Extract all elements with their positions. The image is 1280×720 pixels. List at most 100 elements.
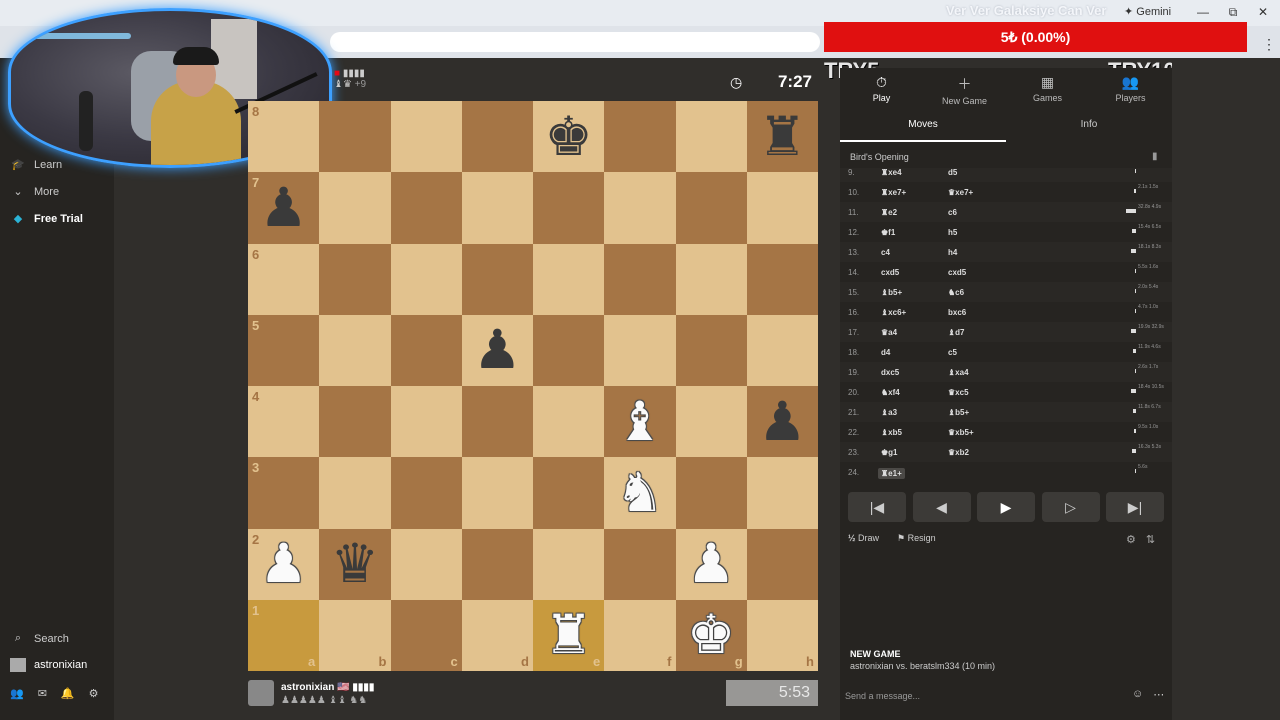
play-button[interactable]: ▶ <box>977 492 1035 522</box>
black-move[interactable]: c5 <box>948 348 957 357</box>
black-move[interactable]: ♞c6 <box>948 288 964 297</box>
close-window-button[interactable]: ✕ <box>1248 5 1278 19</box>
square-f8[interactable] <box>604 101 676 173</box>
white-move[interactable]: ♝a3 <box>881 408 897 417</box>
square-g7[interactable] <box>675 172 747 244</box>
white-move[interactable]: ♜xe7+ <box>881 188 906 197</box>
square-e5[interactable] <box>533 314 605 386</box>
square-h6[interactable] <box>746 243 818 315</box>
square-a7[interactable]: 7 ♟ <box>248 172 320 244</box>
chess-board[interactable]: 8 ♚ ♜ 7 ♟ 6 5 ♟ 4 ♝ ♟ 3 ♞ 2 ♟ ♛ ♟ 1 a b c d e ♜ f g ♚ h <box>248 101 818 671</box>
white-move[interactable]: c4 <box>881 248 890 257</box>
mail-icon[interactable]: ✉ <box>38 687 47 700</box>
square-f3[interactable]: ♞ <box>604 457 676 529</box>
square-h2[interactable] <box>746 528 818 600</box>
first-move-button[interactable]: |◀ <box>848 492 906 522</box>
square-g1[interactable]: g ♚ <box>675 599 747 671</box>
square-a3[interactable]: 3 <box>248 457 320 529</box>
square-a8[interactable]: 8 <box>248 101 320 173</box>
square-a5[interactable]: 5 <box>248 314 320 386</box>
white-move[interactable]: ♚f1 <box>881 228 895 237</box>
tab-new-game[interactable]: ＋ New Game <box>923 68 1006 108</box>
square-e7[interactable] <box>533 172 605 244</box>
white-king-icon[interactable]: ♚ <box>687 608 735 662</box>
square-h7[interactable] <box>746 172 818 244</box>
white-move[interactable]: ♝b5+ <box>881 288 902 297</box>
square-e8[interactable]: ♚ <box>533 101 605 173</box>
white-move[interactable]: ♜e1+ <box>878 468 905 479</box>
black-move[interactable]: h4 <box>948 248 957 257</box>
sidebar-search[interactable]: ⌕ Search <box>10 632 69 645</box>
white-move[interactable]: ♛a4 <box>881 328 897 337</box>
black-move[interactable]: ♝xa4 <box>948 368 969 377</box>
square-h8[interactable]: ♜ <box>746 101 818 173</box>
black-move[interactable]: ♝d7 <box>948 328 965 337</box>
sidebar-item-learn[interactable]: 🎓 Learn <box>10 158 62 172</box>
square-a4[interactable]: 4 <box>248 386 320 458</box>
white-move[interactable]: cxd5 <box>881 268 899 277</box>
square-c8[interactable] <box>390 101 462 173</box>
draw-button[interactable]: ½ Draw <box>848 533 879 544</box>
square-f5[interactable] <box>604 314 676 386</box>
prev-move-button[interactable]: ◀ <box>912 492 971 522</box>
flip-board-icon[interactable]: ⇅ <box>1146 533 1155 546</box>
black-king-icon[interactable]: ♚ <box>544 109 592 164</box>
square-c3[interactable] <box>390 457 462 529</box>
move-list[interactable]: 9. ♜xe4 d5 4.6s 10. ♜xe7+ ♛xe7+ 2.1s 1.5s 11. ♜e2… <box>840 168 1172 480</box>
gemini-button[interactable]: ✦ Gemini <box>1124 5 1171 18</box>
last-move-button[interactable]: ▶| <box>1106 492 1164 522</box>
black-move[interactable]: h5 <box>948 228 957 237</box>
square-e4[interactable] <box>533 386 605 458</box>
square-c7[interactable] <box>390 172 462 244</box>
square-d1[interactable]: d <box>461 599 533 671</box>
square-a1[interactable]: 1a <box>248 599 320 671</box>
black-move[interactable]: c6 <box>948 208 957 217</box>
square-h5[interactable] <box>746 314 818 386</box>
black-pawn-icon[interactable]: ♟ <box>473 323 521 377</box>
tab-games[interactable]: ▦ Games <box>1006 68 1089 108</box>
square-d8[interactable] <box>461 101 533 173</box>
white-rook-icon[interactable]: ♜ <box>544 608 592 662</box>
square-b1[interactable]: b <box>319 599 391 671</box>
square-a6[interactable]: 6 <box>248 243 320 315</box>
square-b2[interactable]: ♛ <box>319 528 391 600</box>
black-pawn-icon[interactable]: ♟ <box>758 394 806 449</box>
square-d6[interactable] <box>461 243 533 315</box>
subtab-moves[interactable]: Moves <box>840 114 1006 142</box>
black-move[interactable]: d5 <box>948 168 957 177</box>
sidebar-item-free-trial[interactable]: ◆ Free Trial <box>10 212 83 226</box>
more-icon[interactable]: ⋯ <box>1153 688 1164 701</box>
black-move[interactable]: ♛xb2 <box>948 448 969 457</box>
white-bishop-icon[interactable]: ♝ <box>616 394 664 449</box>
square-b8[interactable] <box>319 101 391 173</box>
white-move[interactable]: ♜e2 <box>881 208 897 217</box>
friends-icon[interactable]: 👥 <box>10 687 24 700</box>
black-move[interactable]: bxc6 <box>948 308 966 317</box>
sidebar-item-more[interactable]: ⌄ More <box>10 185 59 199</box>
minimize-button[interactable]: — <box>1188 5 1218 19</box>
square-f1[interactable]: f <box>604 599 676 671</box>
square-d7[interactable] <box>461 172 533 244</box>
square-d2[interactable] <box>461 528 533 600</box>
subtab-info[interactable]: Info <box>1006 114 1172 142</box>
bell-icon[interactable]: 🔔 <box>61 687 75 700</box>
settings-icon[interactable]: ⚙ <box>1126 533 1136 546</box>
address-bar[interactable] <box>330 32 820 52</box>
square-f2[interactable] <box>604 528 676 600</box>
square-f4[interactable]: ♝ <box>604 386 676 458</box>
white-move[interactable]: ♝xb5 <box>881 428 902 437</box>
square-b3[interactable] <box>319 457 391 529</box>
square-c4[interactable] <box>390 386 462 458</box>
square-b7[interactable] <box>319 172 391 244</box>
white-move[interactable]: ♜xe4 <box>881 168 902 177</box>
black-queen-icon[interactable]: ♛ <box>331 537 379 591</box>
square-c6[interactable] <box>390 243 462 315</box>
square-c5[interactable] <box>390 314 462 386</box>
square-b5[interactable] <box>319 314 391 386</box>
book-icon[interactable]: ▮ <box>1152 151 1158 162</box>
square-h4[interactable]: ♟ <box>746 386 818 458</box>
square-f7[interactable] <box>604 172 676 244</box>
player-avatar[interactable] <box>248 680 274 706</box>
sidebar-user[interactable]: astronixian <box>10 658 87 672</box>
square-e1[interactable]: e ♜ <box>533 599 605 671</box>
